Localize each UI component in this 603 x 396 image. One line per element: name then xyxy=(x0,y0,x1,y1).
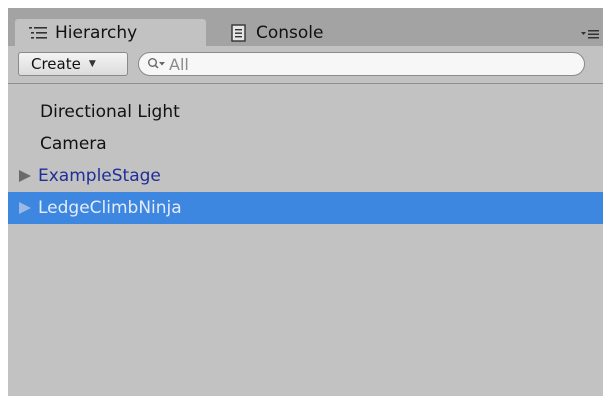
expand-arrow-icon[interactable] xyxy=(18,169,32,183)
hierarchy-item-label: LedgeClimbNinja xyxy=(38,198,182,218)
hierarchy-toolbar: Create ▼ xyxy=(8,46,603,84)
search-input[interactable] xyxy=(169,54,549,74)
console-icon xyxy=(231,23,246,42)
expand-arrow-icon[interactable] xyxy=(18,201,32,215)
hierarchy-list-icon xyxy=(29,26,47,39)
create-dropdown-button[interactable]: Create ▼ xyxy=(18,52,128,76)
panel-menu-button[interactable] xyxy=(579,26,601,42)
hierarchy-item-camera[interactable]: Camera xyxy=(8,128,603,160)
tab-console-label: Console xyxy=(256,22,324,43)
tab-console[interactable]: Console xyxy=(222,19,382,46)
tab-hierarchy[interactable]: Hierarchy xyxy=(15,19,206,46)
hierarchy-tree: Directional Light Camera ExampleStage Le… xyxy=(8,96,603,224)
tab-hierarchy-label: Hierarchy xyxy=(55,22,138,43)
panel-menu-icon xyxy=(581,30,599,39)
hierarchy-item-label: Camera xyxy=(40,134,107,154)
hierarchy-item-directional-light[interactable]: Directional Light xyxy=(8,96,603,128)
create-label: Create xyxy=(31,55,81,73)
search-icon xyxy=(148,58,165,69)
search-field[interactable] xyxy=(138,52,585,76)
hierarchy-window: Hierarchy Console Create ▼ All Direction… xyxy=(8,8,603,396)
dropdown-arrow-icon: ▼ xyxy=(88,59,96,69)
hierarchy-item-ledge-climb-ninja[interactable]: LedgeClimbNinja xyxy=(8,192,603,224)
tab-bar: Hierarchy Console xyxy=(8,8,603,46)
hierarchy-item-label: Directional Light xyxy=(40,102,180,122)
hierarchy-item-example-stage[interactable]: ExampleStage xyxy=(8,160,603,192)
hierarchy-item-label: ExampleStage xyxy=(38,166,161,186)
